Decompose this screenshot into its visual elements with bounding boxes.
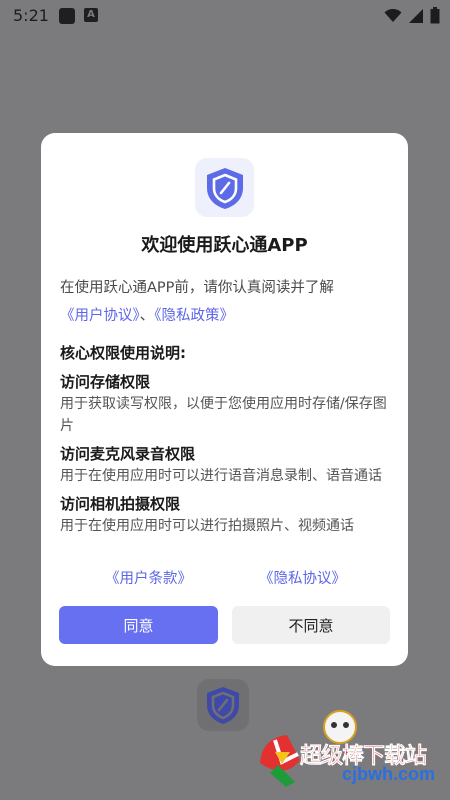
- dialog-title: 欢迎使用跃心通APP: [141, 235, 308, 256]
- privacy-agreement-link[interactable]: 《隐私协议》: [259, 567, 346, 588]
- user-agreement-link[interactable]: 《用户协议》: [60, 308, 140, 324]
- permission-title-camera: 访问相机拍摄权限: [60, 495, 181, 513]
- user-terms-link[interactable]: 《用户条款》: [105, 567, 192, 588]
- status-bar: 5:21 A: [0, 0, 450, 32]
- permission-desc-microphone: 用于在使用应用时可以进行语音消息录制、语音通话: [60, 468, 382, 484]
- privacy-policy-link[interactable]: 《隐私政策》: [154, 308, 234, 324]
- status-time: 5:21: [13, 6, 49, 25]
- status-indicators: [384, 7, 440, 24]
- permissions-scroll-area[interactable]: 在使用跃心通APP前，请你认真阅读并了解 《用户协议》、《隐私政策》 核心权限使…: [60, 277, 395, 549]
- footer-links: 《用户条款》 《隐私协议》: [41, 567, 408, 591]
- permission-title-storage: 访问存储权限: [60, 373, 151, 391]
- shield-icon: [207, 687, 239, 724]
- app-notification-icon: [59, 8, 75, 24]
- signal-icon: [409, 8, 423, 23]
- link-separator: 、: [139, 308, 155, 324]
- intro-links: 《用户协议》、《隐私政策》: [60, 305, 395, 328]
- background-app-logo: [197, 679, 249, 731]
- privacy-dialog: 欢迎使用跃心通APP 在使用跃心通APP前，请你认真阅读并了解 《用户协议》、《…: [41, 133, 408, 666]
- shield-icon: [206, 167, 243, 209]
- disagree-button[interactable]: 不同意: [232, 606, 390, 644]
- permissions-heading: 核心权限使用说明:: [60, 344, 186, 362]
- permission-desc-storage: 用于获取读写权限，以便于您使用应用时存储/保存图片: [60, 396, 387, 434]
- watermark-url: cjbwh.com: [342, 764, 436, 784]
- agree-button[interactable]: 同意: [59, 606, 218, 644]
- intro-text: 在使用跃心通APP前，请你认真阅读并了解: [60, 280, 334, 296]
- app-logo: [195, 158, 254, 217]
- battery-icon: [430, 7, 440, 24]
- permission-desc-camera: 用于在使用应用时可以进行拍摄照片、视频通话: [60, 518, 354, 534]
- a-notification-icon: A: [84, 8, 98, 22]
- permission-title-microphone: 访问麦克风录音权限: [60, 445, 196, 463]
- wifi-icon: [384, 8, 402, 22]
